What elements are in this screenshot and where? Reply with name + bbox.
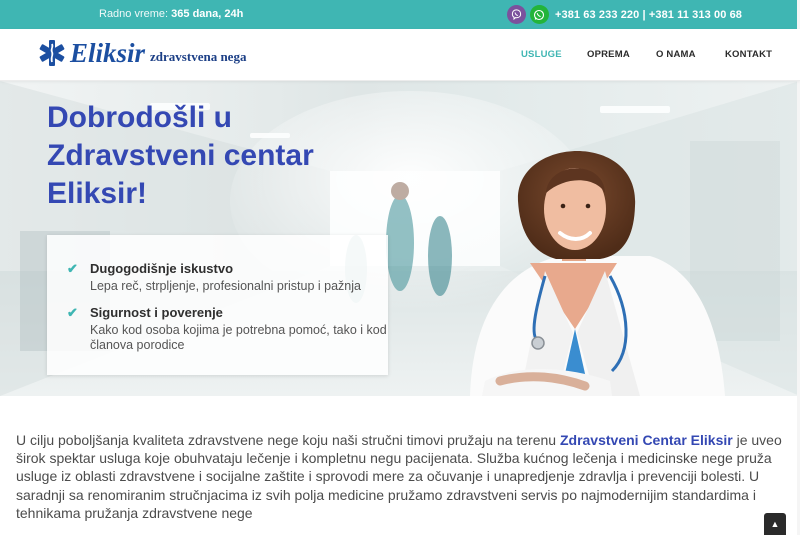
checkmark-icon: ✔ <box>67 261 78 276</box>
nav-item-usluge[interactable]: USLUGE <box>521 49 562 60</box>
nav-item-kontakt[interactable]: KONTAKT <box>725 49 772 60</box>
nav-item-o-nama[interactable]: O NAMA <box>656 49 696 60</box>
intro-brand-name: Zdravstveni Centar Eliksir <box>559 432 733 448</box>
phone-numbers[interactable]: +381 63 233 220 | +381 11 313 00 68 <box>555 9 742 21</box>
feature-box: ✔ Dugogodišnje iskustvo Lepa reč, strplj… <box>47 235 388 375</box>
feature-title: Sigurnost i poverenje <box>90 305 223 320</box>
main-nav: USLUGE OPREMA O NAMA KONTAKT <box>0 49 800 63</box>
viber-icon[interactable] <box>506 5 526 24</box>
site-header: Eliksir zdravstvena nega USLUGE OPREMA O… <box>0 29 800 81</box>
intro-text-start: U cilju poboljšanja kvaliteta zdravstven… <box>16 432 560 448</box>
hero-title: Dobrodošli u Zdravstveni centar Eliksir! <box>47 101 314 210</box>
top-bar: Radno vreme: 365 dana, 24h +381 63 233 2… <box>0 0 800 29</box>
nav-item-oprema[interactable]: OPREMA <box>587 49 630 60</box>
feature-title: Dugogodišnje iskustvo <box>90 261 234 276</box>
contact-info: +381 63 233 220 | +381 11 313 00 68 <box>506 5 742 24</box>
hero-section: Dobrodošli u Zdravstveni centar Eliksir!… <box>0 81 800 396</box>
whatsapp-icon[interactable] <box>529 5 549 24</box>
feature-text: Kako kod osoba kojima je potrebna pomoć,… <box>90 323 387 352</box>
checkmark-icon: ✔ <box>67 305 78 320</box>
working-hours-label: Radno vreme: <box>99 8 169 20</box>
working-hours: Radno vreme: 365 dana, 24h <box>99 8 243 20</box>
scroll-to-top-button[interactable]: ▲ <box>764 513 786 535</box>
chevron-up-icon: ▲ <box>770 519 780 529</box>
feature-text: Lepa reč, strpljenje, profesionalni pris… <box>90 279 361 293</box>
intro-paragraph: U cilju poboljšanja kvaliteta zdravstven… <box>16 431 786 522</box>
working-hours-value: 365 dana, 24h <box>171 8 244 20</box>
